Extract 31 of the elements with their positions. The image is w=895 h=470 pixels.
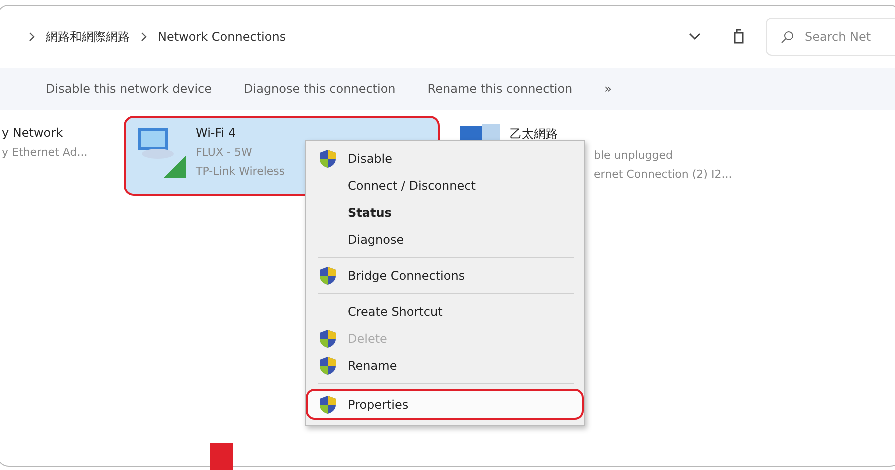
menu-item[interactable]: Status xyxy=(308,199,582,226)
connection-name: 乙太網路 xyxy=(510,126,559,143)
connection-name: Wi-Fi 4 xyxy=(196,126,238,140)
toolbar-button[interactable]: Diagnose this connection xyxy=(244,82,396,96)
menu-item[interactable]: Bridge Connections xyxy=(308,262,582,289)
more-button[interactable]: » xyxy=(604,82,612,96)
connection-detail: FLUX - 5W xyxy=(196,146,254,159)
chevron-right-icon xyxy=(28,32,36,42)
shield-icon xyxy=(318,394,338,414)
connection-detail: ble unplugged xyxy=(594,149,674,162)
connection-item[interactable]: y Network y Ethernet Ad... xyxy=(0,118,116,194)
connection-detail: ernet Connection (2) I2... xyxy=(594,168,732,181)
search-icon xyxy=(781,30,795,44)
connection-detail: TP-Link Wireless xyxy=(196,165,286,178)
connection-name: y Network xyxy=(2,126,64,140)
shield-icon xyxy=(318,356,338,376)
shield-icon xyxy=(318,148,338,168)
breadcrumb-item[interactable]: Network Connections xyxy=(158,30,286,44)
breadcrumb-item[interactable]: 網路和網際網路 xyxy=(46,28,130,46)
toolbar-button[interactable]: Disable this network device xyxy=(46,82,212,96)
chevron-right-icon xyxy=(140,32,148,42)
menu-item[interactable]: Properties xyxy=(308,391,582,418)
toolbar-button[interactable]: Rename this connection xyxy=(428,82,573,96)
connection-detail: y Ethernet Ad... xyxy=(2,146,88,159)
menu-item[interactable]: Diagnose xyxy=(308,226,582,253)
annotation-marker xyxy=(210,443,233,470)
shield-icon xyxy=(318,328,338,348)
shield-icon xyxy=(318,266,338,286)
menu-item[interactable]: Create Shortcut xyxy=(308,298,582,325)
search-field[interactable]: Search Net xyxy=(766,18,895,56)
menu-item[interactable]: Rename xyxy=(308,352,582,379)
